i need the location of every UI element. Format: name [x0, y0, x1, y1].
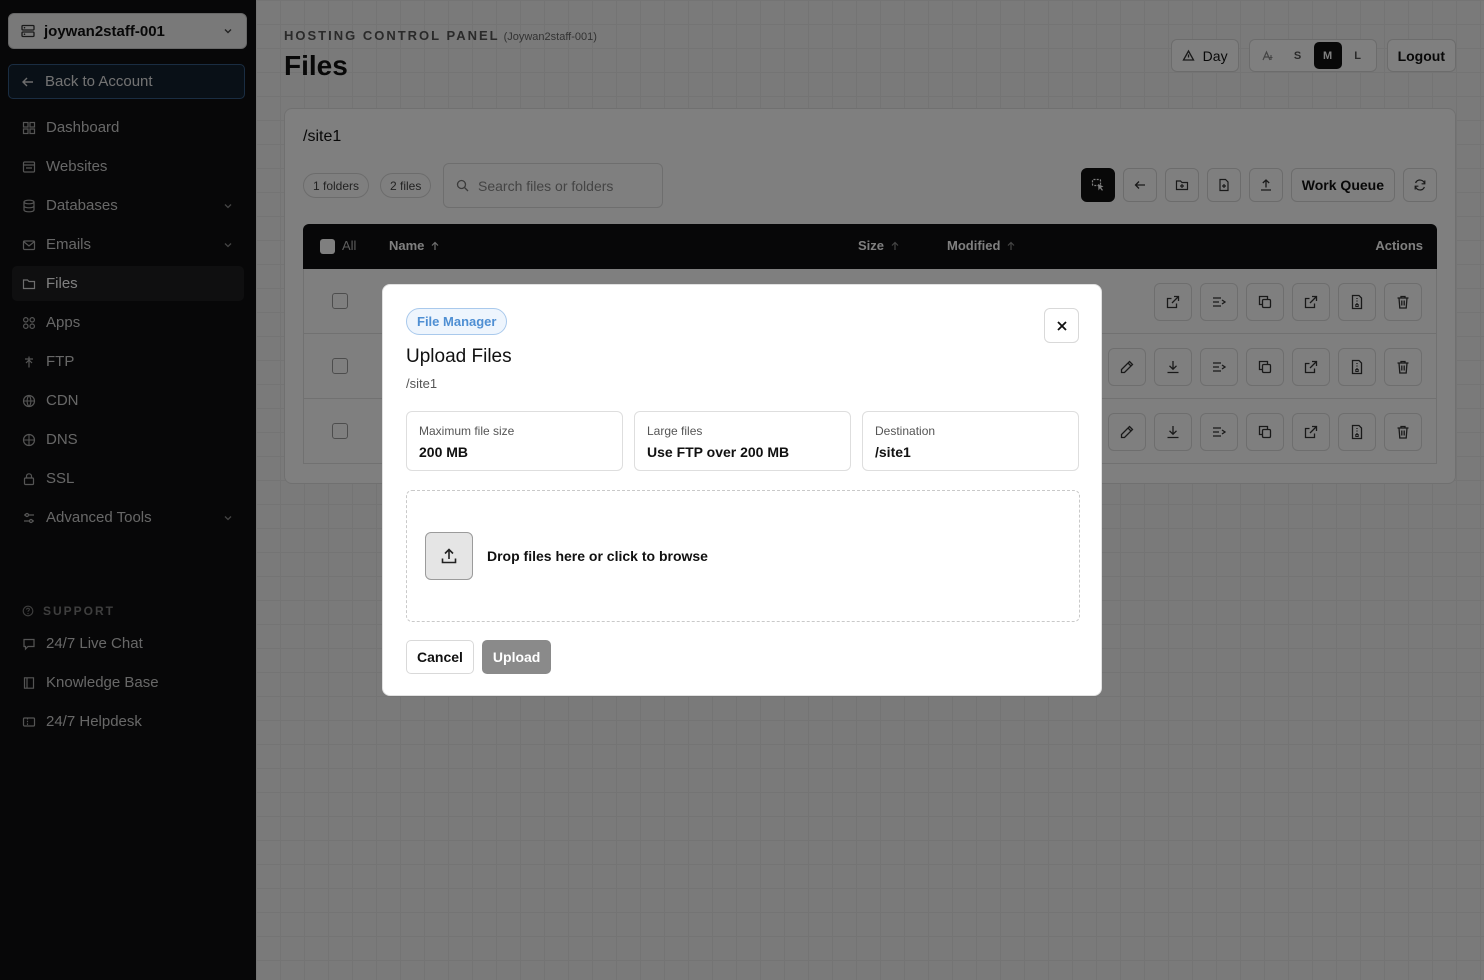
upload-info-cards: Maximum file size 200 MB Large files Use… — [406, 411, 1079, 471]
dropzone-text: Drop files here or click to browse — [487, 548, 708, 564]
close-dialog-button[interactable] — [1044, 308, 1079, 343]
file-manager-badge: File Manager — [406, 308, 508, 335]
large-files-card: Large files Use FTP over 200 MB — [634, 411, 851, 471]
dialog-path: /site1 — [406, 376, 438, 391]
dialog-footer: Cancel Upload — [406, 640, 552, 674]
cancel-button[interactable]: Cancel — [406, 640, 474, 674]
dialog-title: Upload Files — [406, 346, 512, 367]
destination-card: Destination /site1 — [862, 411, 1079, 471]
upload-submit-button[interactable]: Upload — [481, 640, 552, 674]
upload-icon — [425, 532, 473, 580]
close-icon — [1056, 320, 1068, 332]
max-file-size-card: Maximum file size 200 MB — [406, 411, 623, 471]
file-dropzone[interactable]: Drop files here or click to browse — [406, 490, 1080, 622]
upload-files-dialog: File Manager Upload Files /site1 Maximum… — [382, 284, 1102, 696]
